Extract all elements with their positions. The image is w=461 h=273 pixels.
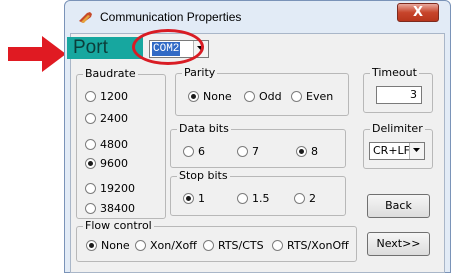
stop-bits-legend: Stop bits bbox=[177, 169, 230, 182]
arrow-right-icon bbox=[8, 36, 66, 72]
title-bar: Communication Properties X bbox=[65, 1, 450, 33]
radio-button-selected[interactable] bbox=[85, 158, 96, 169]
radio-label: 1 bbox=[198, 192, 205, 205]
timeout-legend: Timeout bbox=[370, 66, 419, 79]
radio-button[interactable] bbox=[135, 240, 146, 251]
radio-label: 19200 bbox=[100, 182, 135, 195]
radio-label: 2 bbox=[309, 192, 316, 205]
flow-control-legend: Flow control bbox=[83, 219, 154, 232]
data-bits-option-8[interactable]: 8 bbox=[296, 145, 318, 158]
delimiter-select[interactable]: CR+LF bbox=[369, 142, 425, 160]
radio-label: 1200 bbox=[100, 90, 128, 103]
parity-group: Parity None Odd Even bbox=[175, 66, 349, 116]
radio-button[interactable] bbox=[85, 91, 96, 102]
radio-label: 7 bbox=[252, 145, 259, 158]
flow-control-group: Flow control None Xon/Xoff RTS/CTS RTS/X… bbox=[76, 219, 357, 262]
radio-button-selected[interactable] bbox=[296, 146, 307, 157]
flow-control-option-rts-xonoff[interactable]: RTS/XonOff bbox=[272, 239, 349, 252]
radio-button[interactable] bbox=[237, 193, 248, 204]
radio-label: 1.5 bbox=[252, 192, 270, 205]
parity-option-none[interactable]: None bbox=[188, 90, 232, 103]
radio-label: RTS/XonOff bbox=[287, 239, 349, 252]
radio-label: Even bbox=[306, 90, 334, 103]
dialog-content: Port COM2 Baudrate 1200 2400 4800 9600 1… bbox=[67, 33, 445, 273]
baudrate-legend: Baudrate bbox=[83, 67, 138, 80]
stop-bits-option-1-5[interactable]: 1.5 bbox=[237, 192, 270, 205]
baudrate-option-4800[interactable]: 4800 bbox=[85, 138, 128, 151]
radio-button[interactable] bbox=[244, 91, 255, 102]
radio-button-selected[interactable] bbox=[86, 240, 97, 251]
data-bits-group: Data bits 6 7 8 bbox=[170, 122, 346, 168]
communication-properties-window: Communication Properties X Port COM2 Bau… bbox=[64, 0, 451, 273]
radio-label: 38400 bbox=[100, 202, 135, 215]
radio-button[interactable] bbox=[183, 146, 194, 157]
radio-button-selected[interactable] bbox=[183, 193, 194, 204]
radio-button[interactable] bbox=[203, 240, 214, 251]
radio-button[interactable] bbox=[272, 240, 283, 251]
radio-label: 2400 bbox=[100, 112, 128, 125]
baudrate-option-2400[interactable]: 2400 bbox=[85, 112, 128, 125]
baudrate-option-1200[interactable]: 1200 bbox=[85, 90, 128, 103]
stop-bits-option-2[interactable]: 2 bbox=[294, 192, 316, 205]
timeout-input[interactable]: 3 bbox=[376, 86, 422, 104]
radio-label: 4800 bbox=[100, 138, 128, 151]
stop-bits-option-1[interactable]: 1 bbox=[183, 192, 205, 205]
radio-button[interactable] bbox=[294, 193, 305, 204]
radio-button[interactable] bbox=[85, 139, 96, 150]
data-bits-legend: Data bits bbox=[177, 122, 231, 135]
delimiter-group: Delimiter CR+LF bbox=[363, 122, 433, 169]
window-title: Communication Properties bbox=[100, 10, 242, 24]
radio-label: 8 bbox=[311, 145, 318, 158]
timeout-group: Timeout 3 bbox=[363, 66, 433, 113]
parity-option-odd[interactable]: Odd bbox=[244, 90, 282, 103]
delimiter-select-value: CR+LF bbox=[373, 144, 410, 157]
flow-control-option-none[interactable]: None bbox=[86, 239, 130, 252]
data-bits-option-7[interactable]: 7 bbox=[237, 145, 259, 158]
baudrate-option-19200[interactable]: 19200 bbox=[85, 182, 135, 195]
close-button[interactable]: X bbox=[397, 3, 439, 22]
baudrate-group: Baudrate 1200 2400 4800 9600 19200 38400 bbox=[76, 67, 166, 219]
delimiter-legend: Delimiter bbox=[370, 122, 425, 135]
radio-label: Odd bbox=[259, 90, 282, 103]
app-icon bbox=[79, 12, 92, 23]
next-button[interactable]: Next>> bbox=[367, 232, 430, 256]
radio-label: None bbox=[203, 90, 232, 103]
baudrate-option-9600[interactable]: 9600 bbox=[85, 157, 128, 170]
radio-label: None bbox=[101, 239, 130, 252]
radio-button[interactable] bbox=[85, 183, 96, 194]
baudrate-option-38400[interactable]: 38400 bbox=[85, 202, 135, 215]
parity-option-even[interactable]: Even bbox=[291, 90, 333, 103]
radio-button[interactable] bbox=[291, 91, 302, 102]
data-bits-option-6[interactable]: 6 bbox=[183, 145, 205, 158]
flow-control-option-rts-cts[interactable]: RTS/CTS bbox=[203, 239, 264, 252]
radio-button[interactable] bbox=[237, 146, 248, 157]
radio-label: RTS/CTS bbox=[218, 239, 264, 252]
stop-bits-group: Stop bits 1 1.5 2 bbox=[170, 169, 346, 216]
radio-label: 9600 bbox=[100, 157, 128, 170]
annotation-ellipse bbox=[132, 29, 204, 65]
parity-legend: Parity bbox=[182, 66, 218, 79]
radio-button[interactable] bbox=[85, 113, 96, 124]
chevron-down-icon[interactable] bbox=[409, 143, 424, 159]
radio-label: 6 bbox=[198, 145, 205, 158]
flow-control-option-xon-xoff[interactable]: Xon/Xoff bbox=[135, 239, 197, 252]
radio-label: Xon/Xoff bbox=[150, 239, 197, 252]
radio-button-selected[interactable] bbox=[188, 91, 199, 102]
back-button[interactable]: Back bbox=[367, 194, 430, 218]
radio-button[interactable] bbox=[85, 203, 96, 214]
